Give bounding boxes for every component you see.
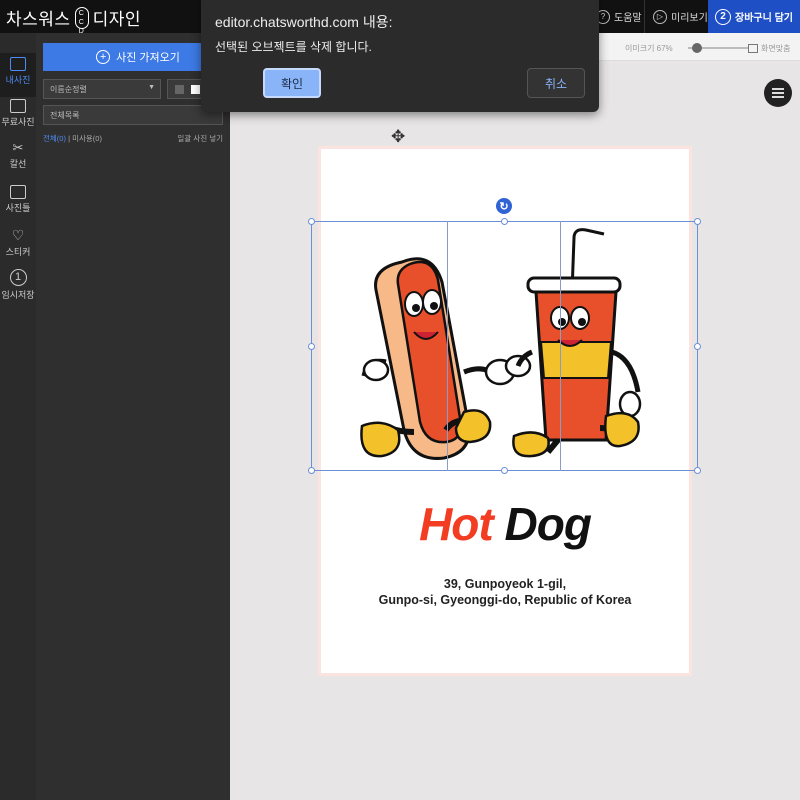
segment-guide-line: [560, 221, 561, 471]
folder-select[interactable]: 전체목록: [43, 105, 223, 125]
menu-line-icon: [772, 96, 784, 98]
rail-item-sticker[interactable]: ♡ 스티커: [0, 227, 36, 258]
address-line-1: 39, Gunpoyeok 1-gil,: [443, 577, 567, 591]
play-icon: ▷: [653, 9, 667, 24]
preview-label: 미리보기: [671, 13, 708, 24]
sort-select[interactable]: 이름순정렬 ▼: [43, 79, 161, 99]
resize-handle-top-left[interactable]: [308, 218, 315, 225]
rail-item-cutline[interactable]: ✂ 칼선: [0, 141, 36, 170]
filter-all-link[interactable]: 전체(0): [43, 134, 66, 143]
frame-icon: [10, 185, 26, 199]
resize-handle-bottom[interactable]: [501, 467, 508, 474]
scissors-icon: ✂: [12, 140, 24, 155]
rail-label: 스티커: [5, 247, 31, 257]
cart-label: 장바구니 담기: [735, 13, 793, 24]
photo-panel: + 사진 가져오기 이름순정렬 ▼ 전체목록 전체(0) | 미사용(0) 일괄…: [36, 33, 233, 800]
resize-handle-top[interactable]: [501, 218, 508, 225]
folder-value: 전체목록: [50, 111, 80, 120]
step-number-icon: 2: [715, 8, 731, 25]
heart-icon: ♡: [11, 227, 25, 243]
camera-icon: [10, 57, 26, 71]
fit-screen-button[interactable]: 화면맞춤: [748, 43, 790, 54]
save-number-icon: 1: [9, 269, 27, 286]
zoom-label: 이미크기 67%: [625, 44, 673, 53]
grid-view-icon[interactable]: [191, 85, 200, 94]
headline-text[interactable]: Hot Dog: [318, 498, 692, 550]
logo-text-left: 차스워스: [6, 10, 71, 29]
add-to-cart-button[interactable]: 2 장바구니 담기: [708, 0, 800, 33]
rail-item-temp-save[interactable]: 1 임시저장: [0, 269, 36, 301]
headline-word-dog: Dog: [504, 498, 592, 550]
rail-label: 무료사진: [1, 117, 35, 127]
rail-label: 칼선: [9, 159, 27, 169]
rail-label: 임시저장: [1, 290, 35, 300]
zoom-slider-handle[interactable]: [692, 43, 702, 53]
chevron-down-icon: ▼: [148, 84, 155, 91]
help-button[interactable]: ? 도움말: [596, 0, 642, 33]
rail-item-frame[interactable]: 사진틀: [0, 185, 36, 214]
fit-screen-label: 화면맞춤: [761, 44, 791, 53]
rail-item-my-photos[interactable]: 내사진: [0, 53, 36, 97]
filter-unused-link[interactable]: 미사용(0): [72, 134, 102, 143]
confirm-cancel-button[interactable]: 취소: [527, 68, 585, 98]
resize-handle-top-right[interactable]: [694, 218, 701, 225]
menu-line-icon: [772, 88, 784, 90]
import-photo-label: 사진 가져오기: [116, 52, 180, 64]
layers-menu-button[interactable]: [764, 79, 792, 107]
tool-rail: 내사진 무료사진 ✂ 칼선 사진틀 ♡ 스티커 1 임시저장: [0, 33, 36, 800]
address-text[interactable]: 39, Gunpoyeok 1-gil, Gunpo-si, Gyeonggi-…: [318, 576, 692, 608]
resize-handle-bottom-left[interactable]: [308, 467, 315, 474]
confirm-ok-button[interactable]: 확인: [263, 68, 321, 98]
resize-handle-bottom-right[interactable]: [694, 467, 701, 474]
list-view-icon[interactable]: [175, 85, 184, 94]
logo-coin-icon: C C D: [74, 6, 89, 35]
fit-screen-icon: [748, 44, 758, 53]
rail-label: 내사진: [5, 75, 31, 85]
menu-line-icon: [772, 92, 784, 94]
dialog-title: editor.chatsworthd.com 내용:: [215, 14, 393, 30]
selection-box[interactable]: [311, 221, 698, 471]
dialog-message: 선택된 오브젝트를 삭제 합니다.: [215, 40, 372, 54]
move-icon[interactable]: ✥: [391, 127, 405, 147]
sort-value: 이름순정렬: [50, 85, 87, 94]
headline-word-hot: Hot: [419, 498, 494, 550]
photo-filter-row: 전체(0) | 미사용(0) 일괄 사진 넣기: [43, 133, 223, 144]
address-line-2: Gunpo-si, Gyeonggi-do, Republic of Korea: [378, 593, 632, 607]
help-label: 도움말: [614, 13, 642, 24]
auto-fill-link[interactable]: 일괄 사진 넣기: [177, 133, 223, 144]
resize-handle-right[interactable]: [694, 343, 701, 350]
resize-handle-left[interactable]: [308, 343, 315, 350]
app-logo[interactable]: 차스워스 C C D 디자인: [6, 5, 141, 35]
free-photo-icon: [10, 99, 26, 113]
rail-item-free-photos[interactable]: 무료사진: [0, 99, 36, 128]
segment-guide-line: [447, 221, 448, 471]
rail-label: 사진틀: [5, 203, 31, 213]
rotate-icon[interactable]: ↻: [496, 198, 512, 214]
logo-text-right: 디자인: [92, 10, 141, 29]
plus-icon: +: [96, 50, 111, 64]
preview-button[interactable]: ▷ 미리보기: [644, 0, 708, 33]
